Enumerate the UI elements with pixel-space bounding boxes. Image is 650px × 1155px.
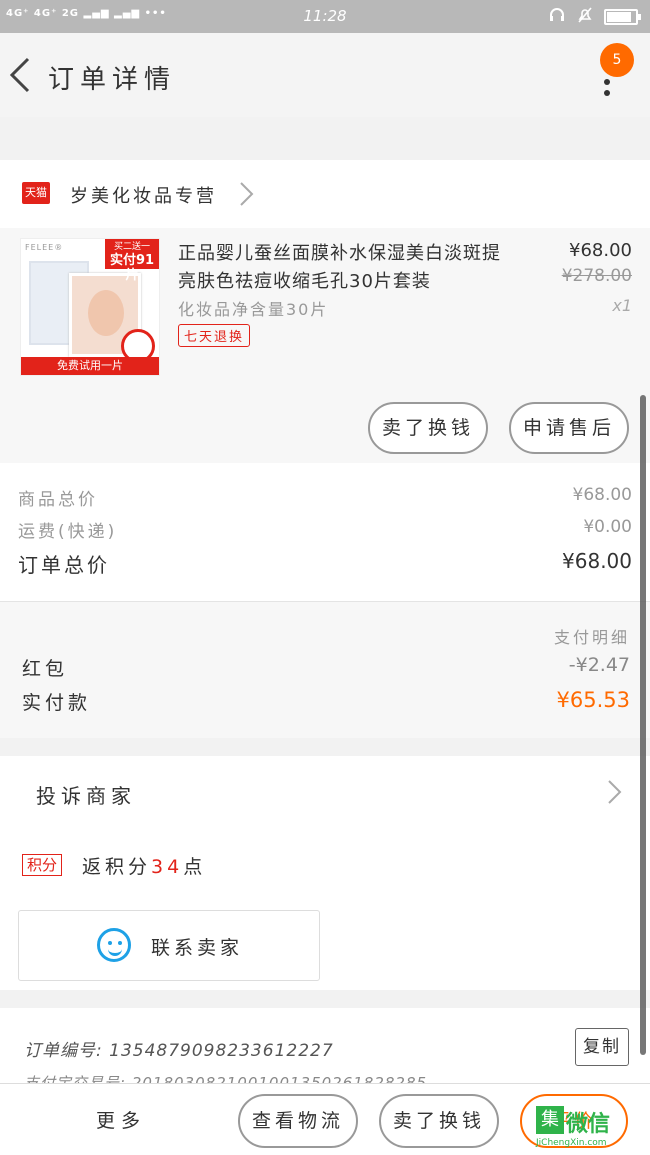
paid-value: ¥65.53 — [556, 688, 630, 712]
complain-merchant-link[interactable]: 投诉商家 — [36, 780, 136, 809]
product-thumbnail[interactable]: FELEE® 买二送一 实付91片 免费试用一片 — [20, 238, 160, 376]
more-dots-icon — [604, 79, 610, 103]
return-policy-tag: 七天退换 — [178, 324, 251, 347]
sell-for-cash-button[interactable]: 卖了换钱 — [368, 402, 488, 454]
product-brand: FELEE® — [25, 243, 64, 252]
product-spec: 化妆品净含量30片 — [178, 300, 329, 319]
order-number-label: 订单编号: — [24, 1041, 103, 1061]
mute-icon — [576, 6, 594, 28]
product-original-price: ¥278.00 — [561, 266, 632, 286]
apply-after-sale-button[interactable]: 申请售后 — [509, 402, 629, 454]
watermark-url: JiChengXin.com — [536, 1138, 607, 1148]
watermark-text: 微信 — [566, 1112, 611, 1137]
shop-name: 岁美化妆品专营 — [70, 186, 217, 207]
watermark-logo: 集 微信 JiChengXin.com — [536, 1098, 646, 1152]
tmall-logo: 天猫 — [22, 182, 50, 204]
chat-smiley-icon — [97, 928, 131, 962]
shop-row[interactable]: 天猫 岁美化妆品专营 — [0, 160, 650, 228]
app-header: 订单详情 5 — [0, 33, 650, 117]
status-bar: 4G⁺ 4G⁺ 2G ▂▄▆ ▂▄▆ ••• 11:28 — [0, 0, 650, 33]
red-packet-label: 红包 — [22, 658, 69, 680]
product-price: ¥68.00 — [569, 240, 632, 261]
view-logistics-button[interactable]: 查看物流 — [238, 1094, 358, 1148]
more-menu-button[interactable]: 5 — [600, 43, 640, 107]
chevron-left-icon — [9, 57, 30, 93]
points-prefix: 返积分 — [82, 856, 152, 878]
headset-icon — [548, 6, 566, 28]
more-button[interactable]: 更多 — [96, 1106, 146, 1133]
paid-label: 实付款 — [22, 692, 92, 714]
back-button[interactable] — [6, 55, 36, 95]
status-icons — [548, 6, 641, 28]
order-number: 订单编号: 1354879098233612227 — [24, 1036, 334, 1061]
points-value: 34 — [151, 856, 184, 878]
shipping-value: ¥0.00 — [583, 517, 632, 537]
order-total-label: 订单总价 — [18, 553, 110, 577]
points-reward-text: 返积分34点 — [82, 852, 206, 879]
points-suffix: 点 — [183, 856, 207, 878]
payment-detail-link[interactable]: 支付明细 — [554, 624, 630, 648]
battery-icon — [604, 9, 641, 25]
promo-label: 买二送一 实付91片 — [105, 239, 159, 282]
product-quantity: x1 — [612, 296, 632, 315]
order-number-value: 1354879098233612227 — [109, 1041, 334, 1061]
promo-price-text: 实付91片 — [109, 253, 155, 283]
notification-badge: 5 — [600, 43, 634, 77]
copy-button[interactable]: 复制 — [575, 1028, 629, 1066]
points-tag: 积分 — [22, 854, 63, 876]
chevron-right-icon[interactable] — [604, 778, 624, 806]
scrollbar[interactable] — [640, 395, 646, 1055]
contact-seller-label: 联系卖家 — [151, 937, 244, 959]
order-total-value: ¥68.00 — [562, 549, 632, 573]
product-name[interactable]: 正品婴儿蚕丝面膜补水保湿美白淡斑提亮肤色祛痘收缩毛孔30片套装 — [178, 240, 518, 296]
shipping-label: 运费(快递) — [18, 522, 118, 542]
price-summary: 商品总价 ¥68.00 运费(快递) ¥0.00 订单总价 ¥68.00 — [0, 463, 650, 601]
trial-banner: 免费试用一片 — [21, 357, 159, 375]
goods-total-value: ¥68.00 — [572, 485, 632, 505]
payment-block: 支付明细 红包 -¥2.47 实付款 ¥65.53 — [0, 601, 650, 738]
product-item[interactable]: FELEE® 买二送一 实付91片 免费试用一片 正品婴儿蚕丝面膜补水保湿美白淡… — [0, 228, 650, 463]
service-block: 投诉商家 积分 返积分34点 联系卖家 — [0, 756, 650, 990]
goods-total-label: 商品总价 — [18, 490, 98, 510]
watermark-mark: 集 — [536, 1106, 564, 1134]
contact-seller-button[interactable]: 联系卖家 — [18, 910, 320, 981]
order-detail-page: 4G⁺ 4G⁺ 2G ▂▄▆ ▂▄▆ ••• 11:28 订单详情 5 天猫 岁… — [0, 0, 650, 1155]
page-title: 订单详情 — [48, 65, 177, 95]
chevron-right-icon — [240, 182, 254, 206]
red-packet-value: -¥2.47 — [568, 654, 630, 676]
sell-for-cash-bottom-button[interactable]: 卖了换钱 — [379, 1094, 499, 1148]
